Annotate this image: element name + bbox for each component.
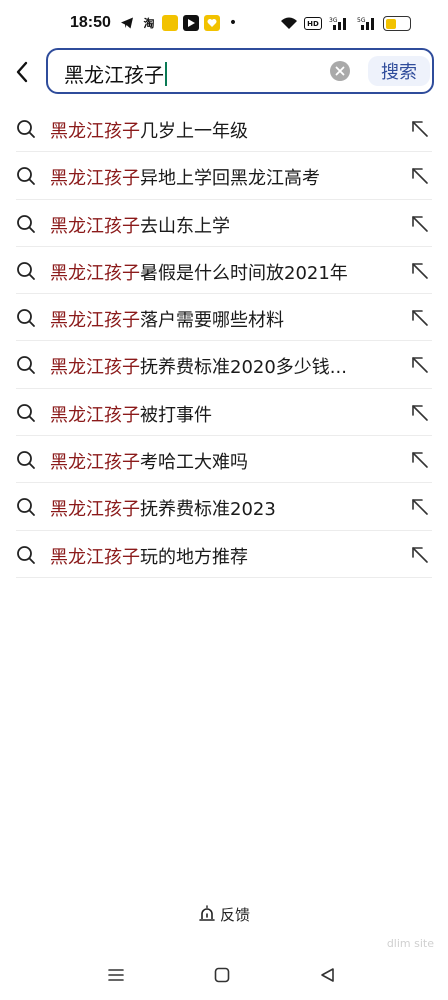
search-button[interactable]: 搜索 xyxy=(368,56,430,86)
menu-icon xyxy=(108,969,124,981)
suggestion-rest: 去山东上学 xyxy=(140,215,230,237)
watermark: dlim site xyxy=(386,937,434,950)
search-icon xyxy=(17,356,35,375)
signal-icon: 5G xyxy=(356,15,378,31)
fill-query-arrow-icon[interactable] xyxy=(410,214,430,234)
search-icon xyxy=(17,498,35,517)
clear-button[interactable] xyxy=(330,61,350,81)
suggestion-item[interactable]: 黑龙江孩子抚养费标准2023 xyxy=(0,483,448,531)
nav-menu-button[interactable] xyxy=(104,963,128,987)
suggestion-text: 黑龙江孩子抚养费标准2023 xyxy=(50,495,276,521)
nav-back-button[interactable] xyxy=(316,963,340,987)
suggestion-highlight: 黑龙江孩子 xyxy=(50,404,140,426)
suggestion-text: 黑龙江孩子考哈工大难吗 xyxy=(50,448,248,474)
svg-text:5G: 5G xyxy=(357,17,366,24)
suggestion-item[interactable]: 黑龙江孩子考哈工大难吗 xyxy=(0,436,448,484)
signal-icon: 3G xyxy=(328,15,350,31)
suggestion-rest: 抚养费标准2023 xyxy=(140,499,276,521)
suggestion-text: 黑龙江孩子暑假是什么时间放2021年 xyxy=(50,259,348,285)
svg-text:3G: 3G xyxy=(329,17,338,24)
suggestion-item[interactable]: 黑龙江孩子落户需要哪些材料 xyxy=(0,294,448,342)
fill-query-arrow-icon[interactable] xyxy=(410,308,430,328)
suggestion-item[interactable]: 黑龙江孩子抚养费标准2020多少钱... xyxy=(0,341,448,390)
search-box[interactable]: 黑龙江孩子 搜索 xyxy=(46,48,434,94)
suggestion-highlight: 黑龙江孩子 xyxy=(50,546,140,568)
clear-icon xyxy=(335,66,345,76)
fill-query-arrow-icon[interactable] xyxy=(410,355,430,375)
suggestion-text: 黑龙江孩子抚养费标准2020多少钱... xyxy=(50,353,347,379)
suggestion-highlight: 黑龙江孩子 xyxy=(50,168,140,190)
suggestion-text: 黑龙江孩子落户需要哪些材料 xyxy=(50,306,284,332)
suggestion-rest: 被打事件 xyxy=(140,404,212,426)
search-icon xyxy=(17,214,35,233)
text-caret xyxy=(165,62,167,86)
fill-query-arrow-icon[interactable] xyxy=(410,119,430,139)
suggestion-highlight: 黑龙江孩子 xyxy=(50,499,140,521)
suggestion-rest: 暑假是什么时间放2021年 xyxy=(140,262,348,284)
suggestion-highlight: 黑龙江孩子 xyxy=(50,262,140,284)
hd-icon: HD xyxy=(304,17,322,30)
heart-app-icon xyxy=(204,15,220,31)
feedback-icon xyxy=(199,905,215,921)
suggestion-rest: 抚养费标准2020多少钱... xyxy=(140,357,347,379)
search-icon xyxy=(17,403,35,422)
wifi-icon xyxy=(280,15,298,31)
feedback-label: 反馈 xyxy=(219,905,250,924)
fill-query-arrow-icon[interactable] xyxy=(410,545,430,565)
suggestion-item[interactable]: 黑龙江孩子异地上学回黑龙江高考 xyxy=(0,152,448,200)
fill-query-arrow-icon[interactable] xyxy=(410,166,430,186)
back-button[interactable] xyxy=(8,52,36,92)
search-query: 黑龙江孩子 xyxy=(64,63,164,87)
suggestion-highlight: 黑龙江孩子 xyxy=(50,121,140,142)
suggestion-text: 黑龙江孩子几岁上一年级 xyxy=(50,117,248,143)
telegram-icon xyxy=(119,15,135,31)
suggestion-rest: 考哈工大难吗 xyxy=(140,452,248,474)
system-nav-bar xyxy=(0,955,448,995)
suggestion-list: 黑龙江孩子几岁上一年级 黑龙江孩子异地上学回黑龙江高考 黑龙江孩子去山东上学 黑龙江孩… xyxy=(0,105,448,579)
suggestion-text: 黑龙江孩子去山东上学 xyxy=(50,212,230,238)
suggestion-highlight: 黑龙江孩子 xyxy=(50,357,140,379)
app-icon xyxy=(162,15,178,31)
feedback-button[interactable]: 反馈 xyxy=(0,902,448,926)
search-icon xyxy=(17,167,35,186)
dot-icon: • xyxy=(228,15,238,31)
search-icon xyxy=(17,261,35,280)
suggestion-highlight: 黑龙江孩子 xyxy=(50,310,140,332)
suggestion-item[interactable]: 黑龙江孩子几岁上一年级 xyxy=(0,105,448,153)
home-icon xyxy=(214,967,230,983)
status-time: 18:50 xyxy=(70,14,111,31)
suggestion-rest: 异地上学回黑龙江高考 xyxy=(140,168,320,190)
suggestion-highlight: 黑龙江孩子 xyxy=(50,452,140,474)
search-icon xyxy=(17,451,35,469)
search-icon xyxy=(17,309,35,328)
chevron-left-icon xyxy=(16,61,28,83)
suggestion-rest: 落户需要哪些材料 xyxy=(140,310,284,332)
suggestion-rest: 玩的地方推荐 xyxy=(140,546,248,568)
search-input[interactable]: 黑龙江孩子 xyxy=(64,59,167,88)
suggestion-text: 黑龙江孩子玩的地方推荐 xyxy=(50,543,248,569)
search-icon xyxy=(17,120,35,138)
suggestion-item[interactable]: 黑龙江孩子玩的地方推荐 xyxy=(0,531,448,579)
suggestion-text: 黑龙江孩子被打事件 xyxy=(50,401,212,427)
search-icon xyxy=(17,545,35,564)
suggestion-highlight: 黑龙江孩子 xyxy=(50,215,140,237)
suggestion-item[interactable]: 黑龙江孩子被打事件 xyxy=(0,389,448,437)
battery-level xyxy=(385,18,396,29)
status-bar: 18:50 淘 • HD 3G 5G xyxy=(0,0,448,48)
suggestion-text: 黑龙江孩子异地上学回黑龙江高考 xyxy=(50,164,320,190)
suggestion-rest: 几岁上一年级 xyxy=(140,121,248,142)
nav-home-button[interactable] xyxy=(210,963,234,987)
taobao-icon: 淘 xyxy=(143,17,155,30)
battery-icon xyxy=(383,16,411,31)
fill-query-arrow-icon[interactable] xyxy=(410,450,430,470)
fill-query-arrow-icon[interactable] xyxy=(410,403,430,423)
fill-query-arrow-icon[interactable] xyxy=(410,261,430,281)
suggestion-item[interactable]: 黑龙江孩子去山东上学 xyxy=(0,200,448,248)
fill-query-arrow-icon[interactable] xyxy=(410,497,430,517)
youtube-icon xyxy=(183,15,199,31)
back-triangle-icon xyxy=(321,968,334,982)
suggestion-item[interactable]: 黑龙江孩子暑假是什么时间放2021年 xyxy=(0,247,448,295)
